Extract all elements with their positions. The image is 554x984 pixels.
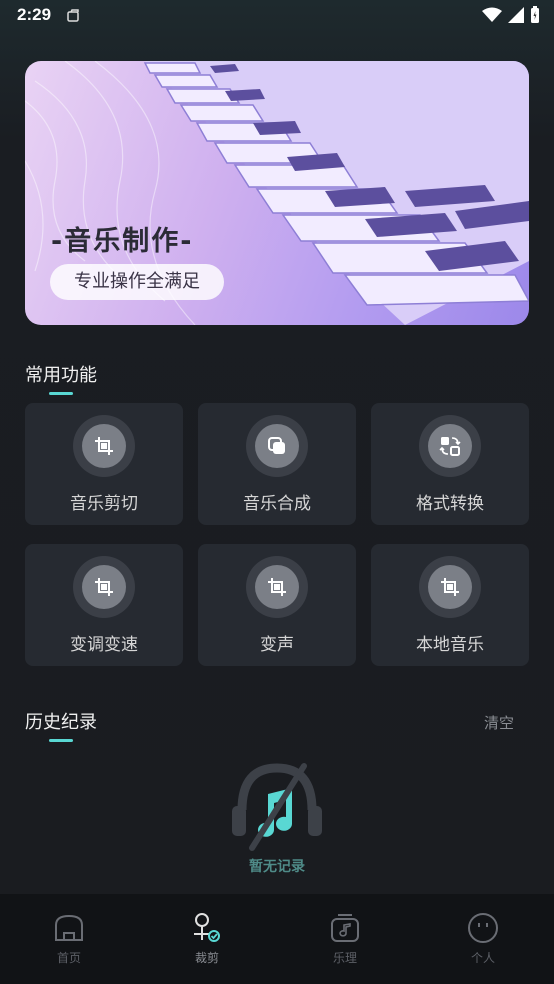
function-tile-music-cut[interactable]: 音乐剪切 <box>25 403 183 525</box>
tab-cut[interactable]: 裁剪 <box>138 894 276 984</box>
tab-label: 裁剪 <box>194 951 219 965</box>
tab-label: 个人 <box>470 951 495 965</box>
tab-music-theory[interactable]: 乐理 <box>276 894 414 984</box>
title-underline <box>49 739 73 742</box>
title-underline <box>49 392 73 395</box>
tile-label: 本地音乐 <box>416 635 484 655</box>
common-functions-title-text: 常用功能 <box>25 365 97 386</box>
crop-icon <box>95 578 113 596</box>
history-empty-text: 暂无记录 <box>249 859 305 875</box>
banner-subtitle-pill[interactable]: 专业操作全满足 <box>50 264 224 300</box>
tile-icon-circle <box>73 556 135 618</box>
history-title: 历史纪录 <box>25 708 97 742</box>
tab-personal[interactable]: 个人 <box>414 894 552 984</box>
crop-icon <box>441 578 459 596</box>
tab-label: 首页 <box>56 951 81 965</box>
tile-icon-circle <box>419 556 481 618</box>
banner-title: -音乐制作- <box>51 226 194 257</box>
tile-label: 音乐剪切 <box>70 494 138 514</box>
cut-icon <box>194 913 220 942</box>
tile-icon-circle <box>419 415 481 477</box>
notification-icon <box>66 8 80 27</box>
status-bar: 2:29 <box>0 0 554 32</box>
tile-label: 音乐合成 <box>243 494 311 514</box>
function-tile-format-convert[interactable]: 格式转换 <box>371 403 529 525</box>
battery-icon <box>531 6 539 23</box>
smiley-icon <box>468 913 498 943</box>
function-tile-voice-change[interactable]: 变声 <box>198 544 356 666</box>
headphones-music-icon <box>230 762 324 858</box>
tab-home[interactable]: 首页 <box>0 894 138 984</box>
function-tile-pitch-speed[interactable]: 变调变速 <box>25 544 183 666</box>
status-time: 2:29 <box>17 5 52 24</box>
function-tile-music-merge[interactable]: 音乐合成 <box>198 403 356 525</box>
clear-history-button[interactable]: 清空 <box>484 712 514 733</box>
convert-icon <box>439 437 461 456</box>
merge-icon <box>268 437 285 454</box>
common-functions-title: 常用功能 <box>25 361 97 395</box>
tab-label: 乐理 <box>332 951 357 965</box>
tile-icon-circle <box>246 556 308 618</box>
history-title-text: 历史纪录 <box>25 712 97 733</box>
tile-label: 变声 <box>260 635 294 655</box>
tile-label: 变调变速 <box>70 635 138 655</box>
home-icon <box>55 914 83 941</box>
signal-icon <box>508 7 524 23</box>
function-tile-local-music[interactable]: 本地音乐 <box>371 544 529 666</box>
crop-icon <box>95 437 113 455</box>
wifi-icon <box>482 7 502 22</box>
crop-icon <box>268 578 286 596</box>
music-theory-icon <box>331 914 359 942</box>
tile-label: 格式转换 <box>416 494 484 514</box>
status-icons <box>482 6 540 24</box>
tile-icon-circle <box>246 415 308 477</box>
tile-icon-circle <box>73 415 135 477</box>
music-making-banner[interactable]: -音乐制作- 专业操作全满足 <box>25 61 529 325</box>
bottom-tab-bar: 首页 裁剪 乐理 个人 <box>0 894 554 984</box>
